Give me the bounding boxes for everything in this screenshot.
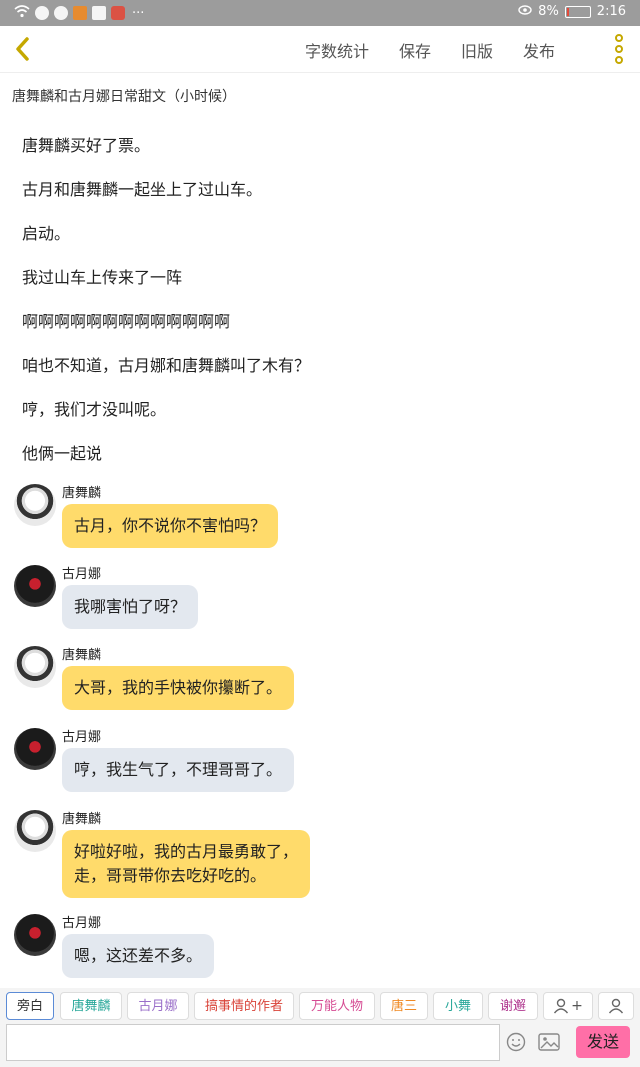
role-selector-bar: 旁白 唐舞麟 古月娜 搞事情的作者 万能人物 唐三 小舞 谢邂 + — [0, 988, 640, 1024]
message-bubble[interactable]: 好啦好啦，我的古月最勇敢了， 走，哥哥带你去吃好吃的。 — [62, 830, 311, 898]
role-chip-narrator[interactable]: 旁白 — [6, 992, 54, 1020]
narration-paragraph[interactable]: 启动。 — [22, 220, 70, 244]
role-chip-label: 古月娜 — [138, 999, 178, 1014]
plus-icon: + — [571, 998, 583, 1014]
narration-paragraph[interactable]: 哼，我们才没叫呢。 — [22, 396, 166, 420]
role-chip-tang-san[interactable]: 唐三 — [380, 992, 428, 1020]
narration-paragraph[interactable]: 咱也不知道，古月娜和唐舞麟叫了木有？ — [22, 352, 310, 376]
publish-button[interactable]: 发布 — [508, 38, 570, 62]
message-line: 嗯，这还差不多。 — [74, 946, 203, 965]
avatar-tang-wulin — [14, 484, 56, 526]
avatar-tang-wulin — [14, 646, 56, 688]
message-bubble[interactable]: 嗯，这还差不多。 — [62, 934, 215, 978]
clock: 2:16 — [596, 4, 626, 19]
save-button[interactable]: 保存 — [384, 38, 446, 62]
role-manager-button[interactable] — [598, 992, 634, 1020]
wifi-icon — [14, 4, 30, 22]
role-chip-label: 搞事情的作者 — [204, 999, 283, 1014]
more-menu-icon[interactable] — [612, 34, 626, 64]
role-chip-gu-yuena[interactable]: 古月娜 — [127, 992, 189, 1020]
send-button[interactable]: 发送 — [576, 1026, 630, 1058]
eye-icon — [518, 4, 532, 19]
red-app-icon — [111, 6, 125, 20]
message-bubble[interactable]: 我哪害怕了呀？ — [62, 585, 199, 629]
more-notifications-icon: ··· — [132, 5, 145, 21]
battery-percent: 8% — [538, 4, 559, 19]
role-chip-label: 小舞 — [444, 999, 471, 1014]
narration-paragraph[interactable]: 我过山车上传来了一阵 — [22, 264, 182, 288]
person-icon — [608, 998, 624, 1014]
avatar-gu-yuena — [14, 914, 56, 956]
image-icon[interactable] — [538, 1032, 560, 1052]
avatar-gu-yuena — [14, 728, 56, 770]
role-chip-author[interactable]: 搞事情的作者 — [194, 992, 294, 1020]
person-icon — [554, 998, 569, 1014]
more-dot — [615, 34, 623, 42]
more-dot — [615, 45, 623, 53]
emoji-icon[interactable] — [506, 1032, 526, 1052]
role-chip-label: 谢邂 — [499, 999, 526, 1014]
more-dot — [615, 56, 623, 64]
narration-paragraph[interactable]: 啊啊啊啊啊啊啊啊啊啊啊啊啊 — [22, 308, 230, 332]
document-title[interactable]: 唐舞麟和古月娜日常甜文（小时候） — [12, 86, 236, 106]
message-line: 古月，你不说你不害怕吗？ — [74, 516, 267, 535]
add-role-button[interactable]: + — [543, 992, 593, 1020]
role-chip-xiao-wu[interactable]: 小舞 — [433, 992, 483, 1020]
status-icons-right: 8% 2:16 — [518, 4, 626, 19]
message-line: 大哥，我的手快被你攥断了。 — [74, 678, 283, 697]
battery-level — [566, 7, 569, 16]
message-bubble[interactable]: 古月，你不说你不害怕吗？ — [62, 504, 279, 548]
s-app-icon — [54, 6, 68, 20]
message-line: 哼，我生气了，不理哥哥了。 — [74, 760, 283, 779]
battery-icon — [564, 5, 591, 18]
role-chip-tang-wulin[interactable]: 唐舞麟 — [60, 992, 122, 1020]
old-version-button[interactable]: 旧版 — [446, 38, 508, 62]
play-app-icon — [73, 6, 87, 20]
avatar-gu-yuena — [14, 565, 56, 607]
toolbar-actions: 字数统计 保存 旧版 发布 — [290, 38, 570, 62]
back-button[interactable] — [8, 34, 38, 64]
role-chip-universal[interactable]: 万能人物 — [299, 992, 375, 1020]
message-input-bar: 发送 — [0, 1024, 640, 1067]
k-app-icon — [35, 6, 49, 20]
message-line: 好啦好啦，我的古月最勇敢了， — [74, 842, 299, 861]
speaker-name: 古月娜 — [62, 916, 102, 931]
speaker-name: 唐舞麟 — [62, 486, 102, 501]
avatar-tang-wulin — [14, 810, 56, 852]
speaker-name: 唐舞麟 — [62, 648, 102, 663]
editor-toolbar: 字数统计 保存 旧版 发布 — [0, 26, 640, 73]
status-icons-left: ··· — [14, 4, 144, 22]
speaker-name: 古月娜 — [62, 567, 102, 582]
role-chip-label: 旁白 — [16, 999, 43, 1014]
chevron-left-icon — [16, 37, 29, 61]
narration-paragraph[interactable]: 他俩一起说 — [22, 440, 102, 464]
narration-paragraph[interactable]: 古月和唐舞麟一起坐上了过山车。 — [22, 176, 262, 200]
role-chip-xie-xie[interactable]: 谢邂 — [488, 992, 538, 1020]
narration-paragraph[interactable]: 唐舞麟买好了票。 — [22, 132, 150, 156]
role-chip-label: 唐舞麟 — [71, 999, 111, 1014]
speaker-name: 唐舞麟 — [62, 812, 102, 827]
message-bubble[interactable]: 哼，我生气了，不理哥哥了。 — [62, 748, 295, 792]
message-line: 走，哥哥带你去吃好吃的。 — [74, 866, 267, 885]
role-chip-label: 万能人物 — [310, 999, 363, 1014]
message-line: 我哪害怕了呀？ — [74, 597, 187, 616]
message-input[interactable] — [6, 1024, 500, 1061]
word-count-button[interactable]: 字数统计 — [290, 38, 384, 62]
status-bar: ··· 8% 2:16 — [0, 0, 640, 26]
message-bubble[interactable]: 大哥，我的手快被你攥断了。 — [62, 666, 295, 710]
battery-saver-icon — [92, 6, 106, 20]
role-chip-label: 唐三 — [390, 999, 417, 1014]
speaker-name: 古月娜 — [62, 730, 102, 745]
